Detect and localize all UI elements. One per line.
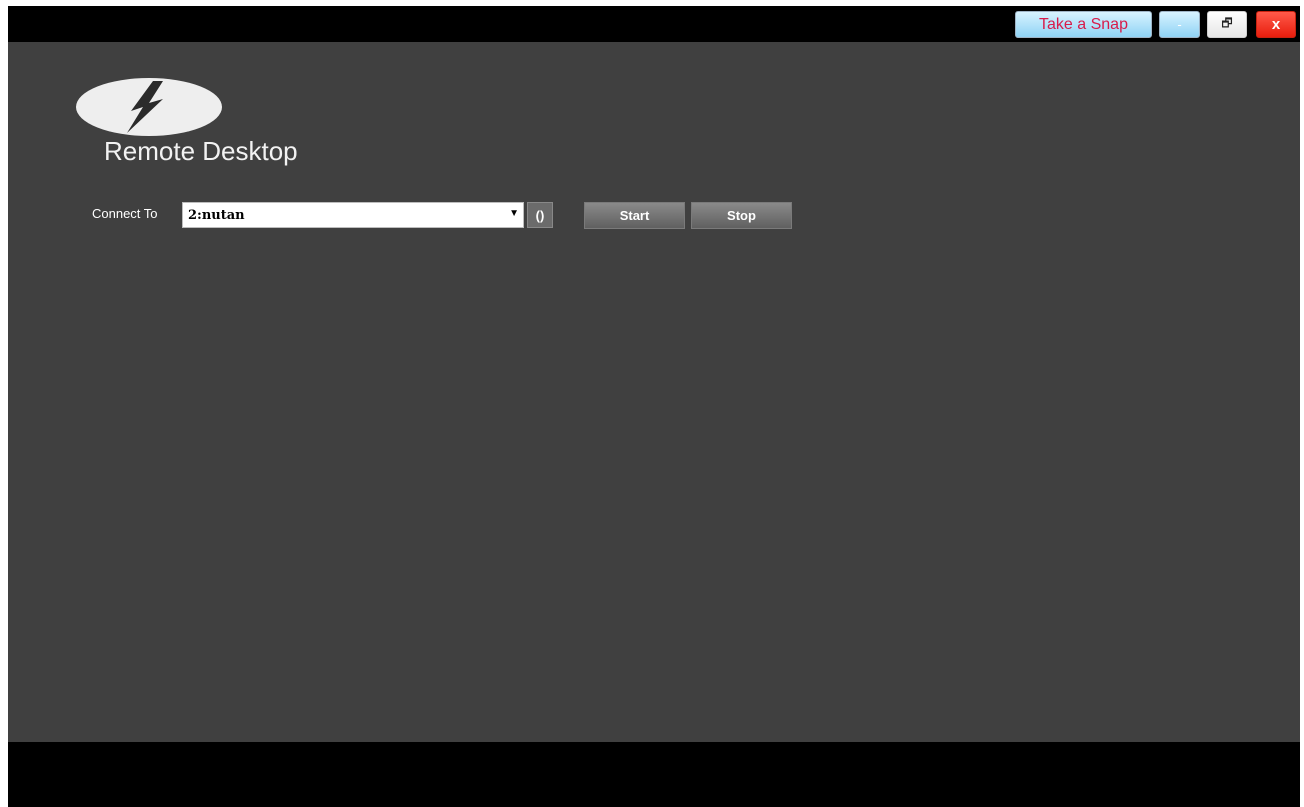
app-window: Take a Snap - 🗗 x Remote Desktop Connect… <box>8 6 1300 807</box>
bottom-bar <box>8 742 1300 807</box>
close-button[interactable]: x <box>1256 11 1296 38</box>
chevron-down-icon[interactable]: ▼ <box>509 208 519 219</box>
title-bar: Take a Snap - 🗗 x <box>8 6 1300 42</box>
main-content: Remote Desktop Connect To 2:nutan ▼ () S… <box>8 42 1300 742</box>
refresh-icon: () <box>535 207 545 223</box>
start-button[interactable]: Start <box>584 202 685 229</box>
connect-to-dropdown[interactable]: 2:nutan ▼ <box>182 202 524 228</box>
lightning-bolt-icon <box>75 77 223 137</box>
take-snap-button[interactable]: Take a Snap <box>1015 11 1152 38</box>
restore-button[interactable]: 🗗 <box>1207 11 1247 38</box>
restore-icon: 🗗 <box>1221 16 1233 30</box>
app-logo <box>76 78 222 136</box>
minimize-icon: - <box>1177 17 1182 32</box>
app-title: Remote Desktop <box>104 136 298 166</box>
refresh-button[interactable]: () <box>527 202 553 228</box>
stop-button[interactable]: Stop <box>691 202 792 229</box>
close-icon: x <box>1271 16 1281 33</box>
minimize-button[interactable]: - <box>1159 11 1200 38</box>
connect-to-label: Connect To <box>92 206 158 221</box>
connect-to-value: 2:nutan <box>188 208 245 223</box>
